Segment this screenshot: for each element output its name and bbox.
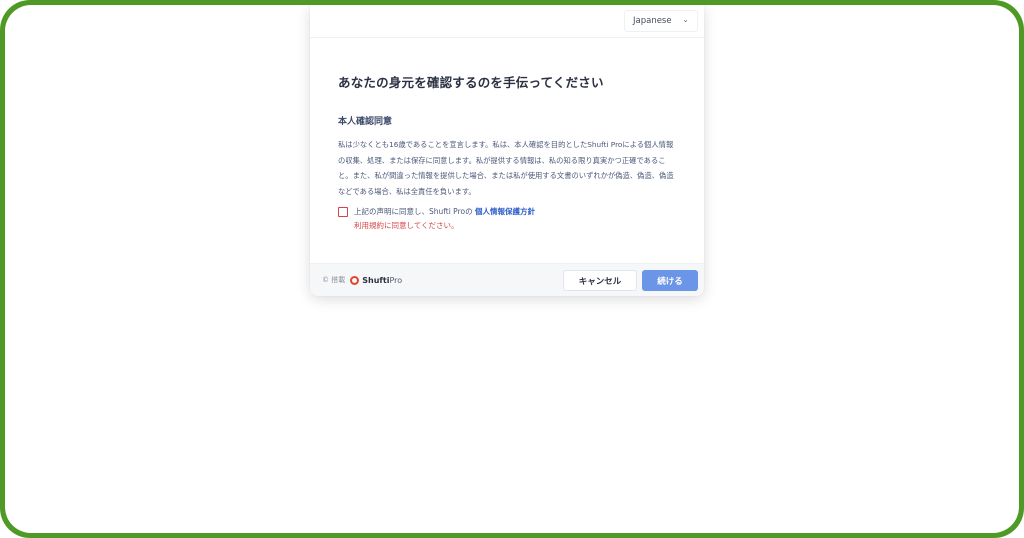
- consent-checkbox[interactable]: [338, 207, 348, 217]
- privacy-policy-link[interactable]: 個人情報保護方針: [475, 207, 535, 216]
- language-select[interactable]: Japanese ⌄: [624, 10, 698, 32]
- card-body: あなたの身元を確認するのを手伝ってください 本人確認同意 私は少なくとも16歳で…: [310, 72, 704, 231]
- page-title: あなたの身元を確認するのを手伝ってください: [338, 75, 604, 90]
- cancel-button[interactable]: キャンセル: [563, 270, 637, 291]
- language-selected-label: Japanese: [633, 16, 672, 26]
- shufti-logo-icon: [350, 275, 360, 285]
- brand-name-light: Pro: [389, 275, 403, 285]
- continue-button[interactable]: 続ける: [642, 270, 698, 291]
- chevron-down-icon: ⌄: [682, 15, 689, 24]
- consent-error-message: 利用規約に同意してください。: [354, 221, 459, 230]
- brand-name-bold: Shufti: [362, 275, 390, 285]
- powered-by: © 搭載 ShuftiPro: [322, 275, 402, 285]
- card-footer: © 搭載 ShuftiPro キャンセル 続ける: [310, 263, 704, 296]
- outer-frame: Japanese ⌄ あなたの身元を確認するのを手伝ってください 本人確認同意 …: [0, 0, 1024, 538]
- card-header: Japanese ⌄: [310, 5, 704, 38]
- verification-card: Japanese ⌄ あなたの身元を確認するのを手伝ってください 本人確認同意 …: [310, 5, 704, 296]
- page-background: Japanese ⌄ あなたの身元を確認するのを手伝ってください 本人確認同意 …: [5, 5, 1019, 533]
- consent-label: 上記の声明に同意し、Shufti Proの 個人情報保護方針: [354, 206, 535, 218]
- consent-prefix: 上記の声明に同意し、Shufti Proの: [354, 207, 473, 216]
- section-title: 本人確認同意: [338, 117, 393, 127]
- powered-by-label: © 搭載: [322, 276, 346, 284]
- consent-row: 上記の声明に同意し、Shufti Proの 個人情報保護方針: [338, 206, 676, 218]
- brand-name: ShuftiPro: [362, 276, 402, 285]
- consent-paragraph: 私は少なくとも16歳であることを宣言します。私は、本人確認を目的としたShuft…: [338, 140, 674, 196]
